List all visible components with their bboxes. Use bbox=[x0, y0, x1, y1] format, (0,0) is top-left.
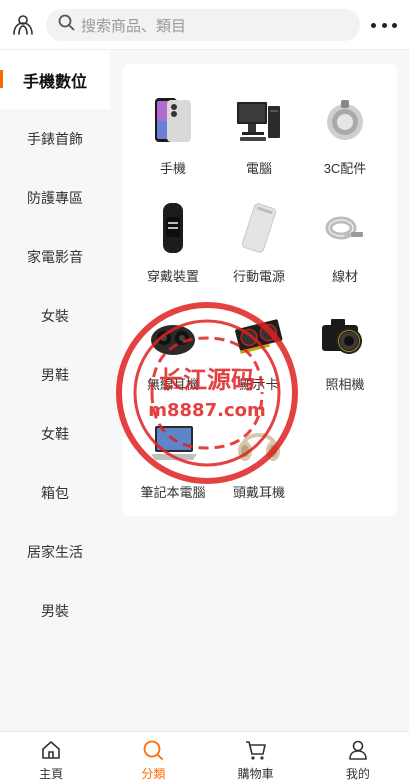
search-icon bbox=[58, 14, 75, 36]
logo-icon[interactable] bbox=[0, 0, 46, 50]
subcategory-label: 線材 bbox=[331, 269, 358, 284]
tab-category[interactable]: 分類 bbox=[102, 732, 204, 783]
cable-icon bbox=[317, 200, 373, 256]
speaker-accessory-icon bbox=[317, 92, 373, 148]
subcategory-label: 行動電源 bbox=[232, 269, 285, 284]
subcategory-card: 手機 電腦 3C配件 穿戴裝置 行動電源 線材 無線耳機 顯示卡 照相機 筆記本… bbox=[122, 64, 397, 516]
subcategory-laptop[interactable]: 筆記本電腦 bbox=[130, 416, 216, 524]
laptop-icon bbox=[145, 416, 201, 472]
subcategory-label: 手機 bbox=[159, 161, 186, 176]
smartphone-icon bbox=[145, 92, 201, 148]
fitness-band-icon bbox=[145, 200, 201, 256]
more-options-icon[interactable] bbox=[371, 14, 397, 36]
sidebar-item-watches-jewelry[interactable]: 手錶首飾 bbox=[0, 109, 110, 168]
sidebar-item-digital[interactable]: 手機數位 bbox=[0, 50, 110, 109]
tab-label: 主頁 bbox=[39, 767, 64, 781]
subcategory-grid: 手機 電腦 3C配件 穿戴裝置 行動電源 線材 無線耳機 顯示卡 照相機 筆記本… bbox=[130, 92, 390, 524]
sidebar-item-womens-clothing[interactable]: 女裝 bbox=[0, 286, 110, 345]
top-bar: 搜索商品、類目 bbox=[0, 0, 409, 50]
subcategory-wearables[interactable]: 穿戴裝置 bbox=[130, 200, 216, 308]
subcategory-label: 3C配件 bbox=[323, 161, 367, 176]
subcategory-graphics-card[interactable]: 顯示卡 bbox=[216, 308, 302, 416]
subcategory-camera[interactable]: 照相機 bbox=[302, 308, 388, 416]
tab-label: 購物車 bbox=[237, 767, 274, 781]
home-icon bbox=[39, 738, 63, 762]
subcategory-label: 顯示卡 bbox=[239, 377, 279, 392]
bottom-tab-bar: 主頁 分類 購物車 我的 bbox=[0, 731, 409, 783]
tab-profile[interactable]: 我的 bbox=[307, 732, 409, 783]
camera-icon bbox=[317, 308, 373, 364]
tab-label: 分類 bbox=[141, 767, 166, 781]
tab-cart[interactable]: 購物車 bbox=[205, 732, 307, 783]
search-icon bbox=[141, 738, 165, 762]
tab-home[interactable]: 主頁 bbox=[0, 732, 102, 783]
tab-label: 我的 bbox=[345, 767, 370, 781]
sidebar-item-bags[interactable]: 箱包 bbox=[0, 463, 110, 522]
subcategory-power-bank[interactable]: 行動電源 bbox=[216, 200, 302, 308]
power-bank-icon bbox=[231, 200, 287, 256]
user-icon bbox=[346, 738, 370, 762]
subcategory-3c-accessories[interactable]: 3C配件 bbox=[302, 92, 388, 200]
sidebar-item-mens-shoes[interactable]: 男鞋 bbox=[0, 345, 110, 404]
subcategory-label: 電腦 bbox=[245, 161, 272, 176]
subcategory-wireless-earbuds[interactable]: 無線耳機 bbox=[130, 308, 216, 416]
cart-icon bbox=[244, 738, 268, 762]
subcategory-label: 照相機 bbox=[325, 377, 365, 392]
subcategory-label: 筆記本電腦 bbox=[140, 485, 206, 500]
subcategory-headphones[interactable]: 頭戴耳機 bbox=[216, 416, 302, 524]
category-sidebar: 手機數位 手錶首飾 防護專區 家電影音 女裝 男鞋 女鞋 箱包 居家生活 男裝 bbox=[0, 50, 110, 731]
search-bar[interactable]: 搜索商品、類目 bbox=[46, 9, 360, 41]
wireless-earbuds-icon bbox=[145, 308, 201, 364]
category-content: 手機 電腦 3C配件 穿戴裝置 行動電源 線材 無線耳機 顯示卡 照相機 筆記本… bbox=[110, 50, 409, 731]
subcategory-label: 無線耳機 bbox=[146, 377, 199, 392]
headphones-icon bbox=[231, 416, 287, 472]
desktop-computer-icon bbox=[231, 92, 287, 148]
subcategory-label: 穿戴裝置 bbox=[146, 269, 199, 284]
sidebar-item-home-appliances[interactable]: 家電影音 bbox=[0, 227, 110, 286]
subcategory-cables[interactable]: 線材 bbox=[302, 200, 388, 308]
graphics-card-icon bbox=[231, 308, 287, 364]
sidebar-item-protection[interactable]: 防護專區 bbox=[0, 168, 110, 227]
subcategory-computer[interactable]: 電腦 bbox=[216, 92, 302, 200]
sidebar-item-womens-shoes[interactable]: 女鞋 bbox=[0, 404, 110, 463]
search-placeholder: 搜索商品、類目 bbox=[81, 17, 187, 35]
sidebar-item-home-living[interactable]: 居家生活 bbox=[0, 522, 110, 581]
sidebar-item-mens-clothing[interactable]: 男裝 bbox=[0, 581, 110, 640]
subcategory-label: 頭戴耳機 bbox=[232, 485, 285, 500]
subcategory-phone[interactable]: 手機 bbox=[130, 92, 216, 200]
